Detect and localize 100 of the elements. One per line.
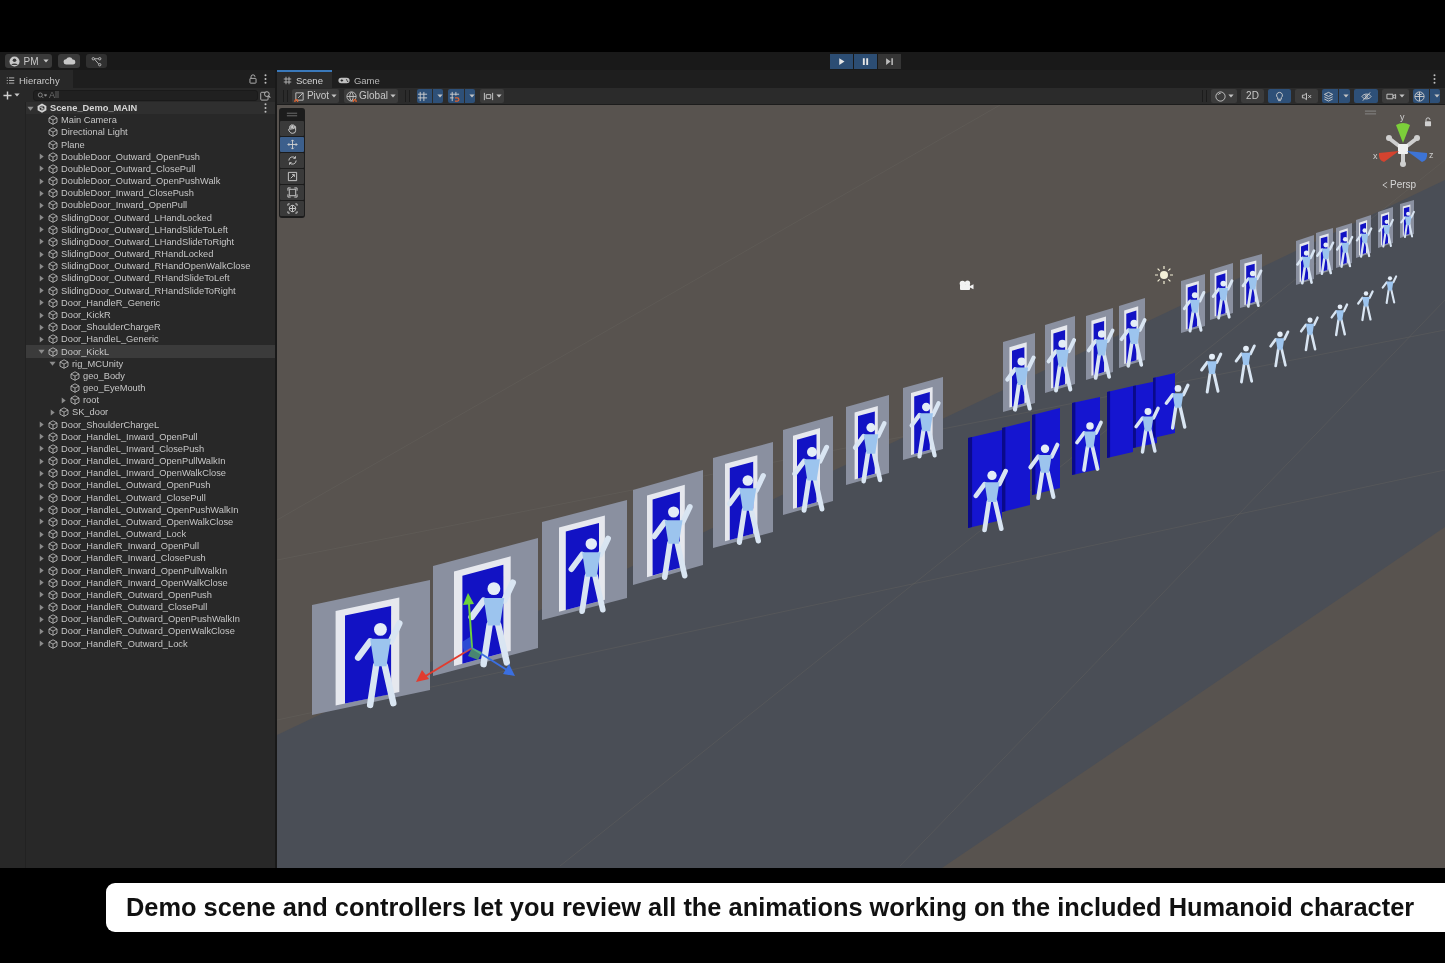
caret-icon[interactable] [38,165,45,173]
caret-icon[interactable] [38,262,45,270]
pivot-dropdown[interactable]: Pivot [292,89,339,103]
caret-icon[interactable] [49,408,56,416]
axis-cone[interactable] [1396,123,1410,143]
audio-toggle[interactable] [1295,89,1318,103]
hierarchy-item[interactable]: SlidingDoor_Outward_RHandLocked [26,248,275,261]
drag-grip-icon[interactable] [286,112,298,117]
caret-icon[interactable] [38,469,45,477]
hierarchy-item[interactable]: Door_HandleL_Inward_ClosePush [26,442,275,455]
hierarchy-item[interactable]: DoubleDoor_Outward_ClosePull [26,162,275,176]
kebab-menu-icon[interactable] [1433,74,1436,84]
caret-icon[interactable] [38,214,45,222]
caret-icon[interactable] [38,530,45,538]
shading-mode-dropdown[interactable] [1211,89,1237,103]
hierarchy-item[interactable]: Door_KickR [26,308,275,322]
caret-icon[interactable] [38,287,45,295]
hierarchy-item[interactable]: SK_door [26,406,275,419]
view-tab[interactable]: Scene [277,70,332,88]
caret-icon[interactable] [38,348,45,355]
hierarchy-item[interactable]: Door_HandleR_Inward_OpenPull [26,540,275,553]
caret-icon[interactable] [38,457,45,465]
hierarchy-item[interactable]: Door_ShoulderChargeL [26,418,275,431]
search-options-icon[interactable] [260,89,271,101]
hierarchy-item[interactable]: SlidingDoor_Outward_LHandSlideToLeft [26,223,275,236]
hierarchy-item[interactable]: Door_KickL [26,345,275,358]
grid-visibility-dropdown[interactable] [417,89,443,103]
grid-align-dropdown[interactable] [480,89,504,103]
global-dropdown[interactable]: Global [344,89,398,103]
hierarchy-item[interactable]: Door_HandleL_Outward_OpenPush [26,479,275,492]
kebab-menu-icon[interactable] [264,103,267,114]
gizmos-dropdown[interactable] [1413,89,1440,103]
caret-icon[interactable] [38,433,45,441]
hierarchy-item[interactable]: Main Camera [26,114,275,127]
caret-icon[interactable] [38,421,45,429]
caret-icon[interactable] [38,250,45,258]
hierarchy-item[interactable]: DoubleDoor_Outward_OpenPush [26,150,275,163]
hierarchy-item[interactable]: Door_HandleR_Generic [26,296,275,309]
hierarchy-item[interactable]: Scene_Demo_MAIN [26,102,275,115]
hierarchy-item[interactable]: Door_HandleL_Inward_OpenPullWalkIn [26,455,275,468]
caret-icon[interactable] [38,542,45,550]
account-dropdown[interactable]: PM [5,54,52,68]
caret-icon[interactable] [38,238,45,246]
caret-icon[interactable] [38,311,45,319]
projection-toggle[interactable]: Persp [1382,179,1417,190]
hierarchy-tab[interactable]: Hierarchy [0,70,73,88]
2d-toggle[interactable]: 2D [1241,89,1264,103]
grid-snap-dropdown[interactable] [448,89,475,103]
caret-icon[interactable] [38,445,45,453]
hierarchy-item[interactable]: Door_HandleR_Outward_OpenWalkClose [26,625,275,638]
transform-tool-button[interactable] [280,201,304,216]
hierarchy-item[interactable]: SlidingDoor_Outward_LHandSlideToRight [26,235,275,249]
hierarchy-item[interactable]: SlidingDoor_Outward_RHandSlideToRight [26,284,275,297]
caret-icon[interactable] [60,396,67,404]
hierarchy-item[interactable]: Directional Light [26,126,275,139]
hierarchy-item[interactable]: SlidingDoor_Outward_RHandOpenWalkClose [26,260,275,273]
drag-grip-icon[interactable] [1364,110,1377,115]
lock-icon[interactable] [249,74,257,84]
hierarchy-item[interactable]: Plane [26,138,275,151]
step-button[interactable] [878,53,901,69]
hierarchy-item[interactable]: Door_HandleL_Inward_OpenPull [26,430,275,443]
caret-icon[interactable] [49,360,56,368]
hierarchy-item[interactable]: Door_HandleR_Outward_ClosePull [26,601,275,614]
hierarchy-item[interactable]: Door_HandleR_Inward_OpenWalkClose [26,576,275,589]
hierarchy-item[interactable]: SlidingDoor_Outward_RHandSlideToLeft [26,272,275,285]
caret-icon[interactable] [38,177,45,185]
hierarchy-item[interactable]: DoubleDoor_Outward_OpenPushWalk [26,175,275,188]
sun-icon[interactable] [1154,265,1174,285]
source-control-button[interactable] [86,54,107,68]
caret-icon[interactable] [38,567,45,575]
caret-icon[interactable] [38,579,45,587]
caret-icon[interactable] [38,323,45,331]
hand-tool-button[interactable] [280,121,304,136]
caret-icon[interactable] [38,153,45,161]
caret-icon[interactable] [38,615,45,623]
lighting-toggle[interactable] [1268,89,1291,103]
caret-icon[interactable] [38,603,45,611]
hierarchy-item[interactable]: Door_HandleR_Outward_Lock [26,637,275,650]
camera-icon[interactable] [958,280,974,291]
hierarchy-item[interactable]: Door_HandleL_Generic [26,333,275,346]
hierarchy-item[interactable]: Door_HandleR_Inward_OpenPullWalkIn [26,564,275,577]
camera-dropdown[interactable] [1382,89,1409,103]
caret-icon[interactable] [38,506,45,514]
effects-dropdown[interactable] [1322,89,1350,103]
cloud-button[interactable] [58,54,80,68]
hierarchy-item[interactable]: SlidingDoor_Outward_LHandLocked [26,211,275,224]
search-field[interactable]: All [33,89,258,101]
hierarchy-item[interactable]: Door_HandleL_Outward_OpenWalkClose [26,515,275,528]
caret-icon[interactable] [38,335,45,343]
hierarchy-item[interactable]: Door_HandleL_Outward_ClosePull [26,491,275,504]
caret-icon[interactable] [27,104,34,112]
hierarchy-item[interactable]: Door_HandleR_Inward_ClosePush [26,552,275,565]
hierarchy-item[interactable]: Door_HandleR_Outward_OpenPushWalkIn [26,613,275,626]
pause-button[interactable] [854,53,877,69]
caret-icon[interactable] [38,189,45,197]
hierarchy-item[interactable]: rig_MCUnity [26,357,275,370]
move-tool-button[interactable] [280,137,304,152]
play-button[interactable] [830,53,853,69]
lock-icon[interactable] [1424,117,1432,127]
rect-tool-button[interactable] [280,185,304,200]
